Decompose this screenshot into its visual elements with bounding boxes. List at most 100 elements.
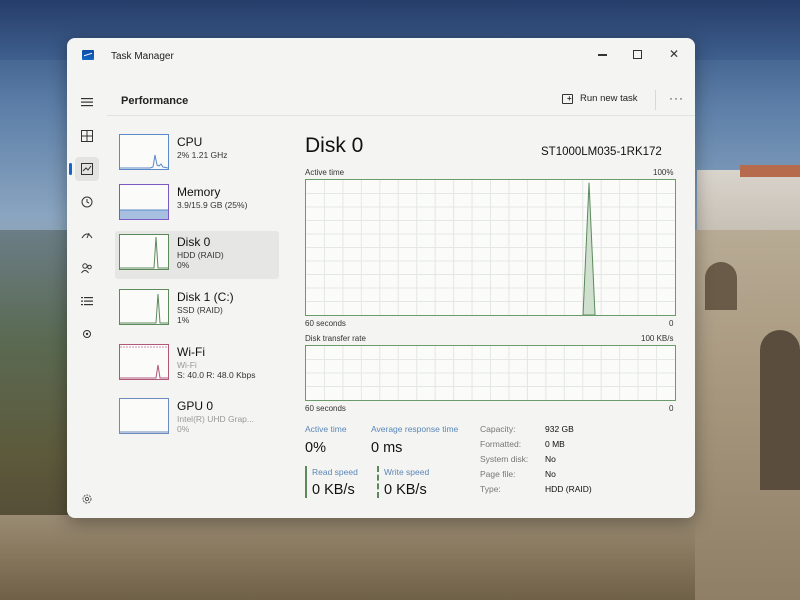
device-sub2: S: 40.0 R: 48.0 Kbps xyxy=(177,370,256,380)
device-sub: 2% 1.21 GHz xyxy=(177,150,228,160)
device-sub: 3.9/15.9 GB (25%) xyxy=(177,200,248,210)
close-button[interactable]: ✕ xyxy=(657,44,691,64)
write-speed-label: Write speed xyxy=(384,467,430,477)
nav-performance[interactable] xyxy=(69,157,99,181)
device-disk-0[interactable]: Disk 0 HDD (RAID) 0% xyxy=(115,231,279,279)
active-time-x-left: 60 seconds xyxy=(305,319,346,328)
prop-key: Type: xyxy=(480,484,501,494)
performance-header: Performance Run new task ··· xyxy=(107,72,695,116)
device-cpu[interactable]: CPU 2% 1.21 GHz xyxy=(115,131,279,177)
disk-title: Disk 0 xyxy=(305,134,364,157)
write-speed-indicator xyxy=(377,466,379,498)
device-sub: Wi-Fi xyxy=(177,360,197,370)
avg-response-value: 0 ms xyxy=(371,440,403,456)
device-name: Memory xyxy=(177,185,221,199)
active-time-chart-label: Active time xyxy=(305,168,345,177)
nav-processes[interactable] xyxy=(75,124,99,148)
wallpaper-roof xyxy=(740,165,800,177)
memory-thumbnail xyxy=(119,184,169,220)
details-icon xyxy=(81,297,93,306)
device-sub2: 1% xyxy=(177,315,190,325)
history-icon xyxy=(81,196,93,208)
active-time-graph xyxy=(306,180,675,316)
prop-key: Capacity: xyxy=(480,424,516,434)
device-name: Disk 1 (C:) xyxy=(177,290,234,304)
performance-icon xyxy=(81,163,93,175)
wallpaper-arch xyxy=(760,330,800,490)
nav-users[interactable] xyxy=(75,256,99,280)
active-time-spike xyxy=(582,182,596,316)
device-sub2: 0% xyxy=(177,260,190,270)
prop-value: HDD (RAID) xyxy=(545,484,592,494)
prop-value: 0 MB xyxy=(545,439,565,449)
wallpaper-arch xyxy=(705,262,737,310)
task-manager-icon xyxy=(82,50,94,60)
services-icon xyxy=(83,330,91,338)
title-bar[interactable]: Task Manager ✕ xyxy=(67,38,695,72)
prop-key: Formatted: xyxy=(480,439,522,449)
read-speed-label: Read speed xyxy=(312,467,358,477)
nav-startup-apps[interactable] xyxy=(75,223,99,247)
device-name: CPU xyxy=(177,135,203,149)
device-name: Wi-Fi xyxy=(177,345,205,359)
prop-key: System disk: xyxy=(480,454,529,464)
prop-key: Page file: xyxy=(480,469,516,479)
nav-app-history[interactable] xyxy=(75,190,99,214)
nav-settings[interactable] xyxy=(75,487,99,511)
active-time-max-label: 100% xyxy=(653,168,674,177)
device-sub: SSD (RAID) xyxy=(177,305,223,315)
maximize-icon xyxy=(632,49,642,59)
device-name: GPU 0 xyxy=(177,399,214,413)
users-icon xyxy=(81,263,92,274)
read-speed-value: 0 KB/s xyxy=(312,482,355,498)
minimize-button[interactable] xyxy=(585,44,619,64)
active-time-stat-label: Active time xyxy=(305,424,347,434)
task-manager-window: Task Manager ✕ Performance + Run new tas… xyxy=(67,38,695,518)
nav-services[interactable] xyxy=(75,322,99,346)
startup-icon xyxy=(81,232,93,239)
active-time-stat-value: 0% xyxy=(305,440,326,456)
processes-icon xyxy=(81,130,93,142)
transfer-x-right: 0 xyxy=(669,404,674,413)
device-wifi[interactable]: Wi-Fi Wi-Fi S: 40.0 R: 48.0 Kbps xyxy=(115,341,279,387)
device-sub: HDD (RAID) xyxy=(177,250,224,260)
transfer-max-label: 100 KB/s xyxy=(641,334,674,343)
run-new-task-button[interactable]: Run new task xyxy=(562,93,638,104)
avg-response-label: Average response time xyxy=(371,424,459,434)
close-icon: ✕ xyxy=(668,47,680,61)
cpu-thumbnail xyxy=(119,134,169,170)
read-speed-indicator xyxy=(305,466,307,498)
device-sub: Intel(R) UHD Grap... xyxy=(177,414,254,424)
maximize-button[interactable] xyxy=(620,44,654,64)
more-options-button[interactable]: ··· xyxy=(669,91,684,105)
active-time-x-right: 0 xyxy=(669,319,674,328)
wallpaper-ground xyxy=(0,515,800,600)
nav-details[interactable] xyxy=(75,289,99,313)
device-memory[interactable]: Memory 3.9/15.9 GB (25%) xyxy=(115,181,279,227)
prop-value: No xyxy=(545,469,556,479)
disk0-thumbnail xyxy=(119,234,169,270)
nav-rail xyxy=(67,72,107,518)
hamburger-menu-button[interactable] xyxy=(75,90,99,114)
transfer-chart-label: Disk transfer rate xyxy=(305,334,366,343)
gear-icon xyxy=(82,494,92,504)
disk1-thumbnail xyxy=(119,289,169,325)
transfer-rate-graph xyxy=(306,346,675,400)
run-task-icon xyxy=(562,93,573,104)
window-title: Task Manager xyxy=(111,51,174,62)
active-time-chart xyxy=(305,179,676,316)
write-speed-value: 0 KB/s xyxy=(384,482,427,498)
page-title: Performance xyxy=(121,95,189,107)
minimize-icon xyxy=(597,54,607,56)
transfer-x-left: 60 seconds xyxy=(305,404,346,413)
device-name: Disk 0 xyxy=(177,235,211,249)
device-disk-1[interactable]: Disk 1 (C:) SSD (RAID) 1% xyxy=(115,286,279,332)
wifi-thumbnail xyxy=(119,344,169,380)
transfer-rate-chart xyxy=(305,345,676,401)
device-gpu-0[interactable]: GPU 0 Intel(R) UHD Grap... 0% xyxy=(115,395,279,441)
gpu-thumbnail xyxy=(119,398,169,434)
device-sub2: 0% xyxy=(177,424,190,434)
header-divider xyxy=(655,90,656,110)
disk-model: ST1000LM035-1RK172 xyxy=(541,146,662,158)
hamburger-icon xyxy=(81,98,93,107)
